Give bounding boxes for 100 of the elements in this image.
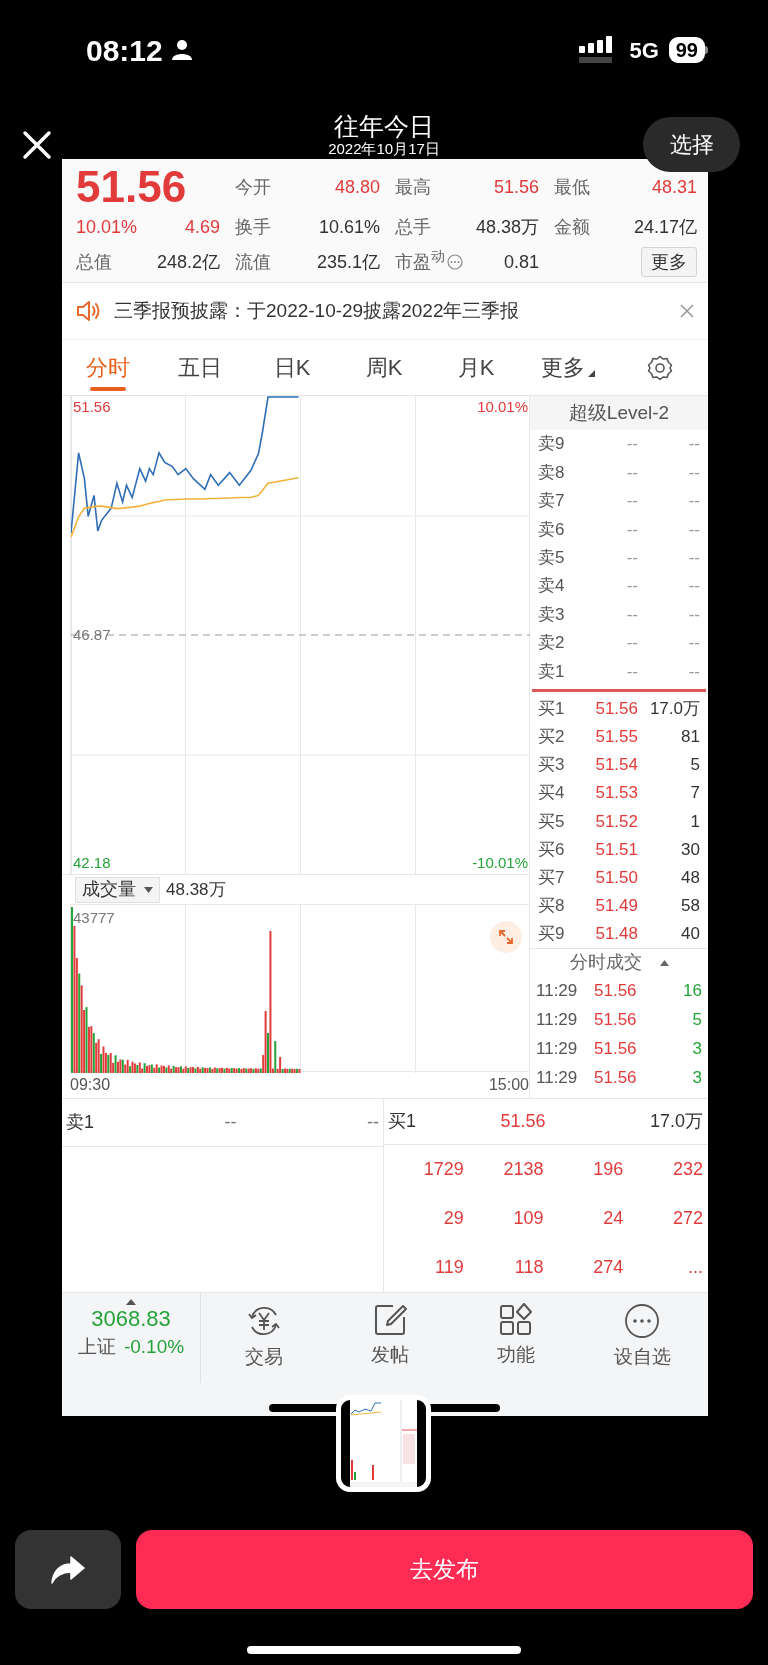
stat-value: 235.1亿 xyxy=(316,250,380,274)
nav-item[interactable]: 发帖 xyxy=(327,1293,453,1370)
tab[interactable]: 周K xyxy=(338,340,430,395)
stat-value: 0.81 xyxy=(503,250,539,274)
trade-price: 51.56 xyxy=(594,979,638,1002)
trades-title: 分时成交 xyxy=(569,951,642,975)
stat-label: 市盈$^{动}$ xyxy=(395,248,445,274)
axis-label: 46.87 xyxy=(73,626,111,643)
speaker-icon xyxy=(76,299,102,323)
bid-price: 51.50 xyxy=(594,867,639,889)
ask-volume: -- xyxy=(687,603,700,626)
bid-volume: 58 xyxy=(680,895,700,918)
tab[interactable]: 月K xyxy=(430,340,522,395)
trade-price: 51.56 xyxy=(594,1037,638,1060)
bid-label: 买2 xyxy=(538,726,566,749)
stat-label: 总手 xyxy=(395,215,431,239)
axis-label: 51.56 xyxy=(73,398,111,415)
share-button[interactable] xyxy=(15,1530,121,1609)
ask-label: 卖4 xyxy=(538,575,566,598)
ask-label: 卖2 xyxy=(538,632,566,655)
change-percent: 10.01% xyxy=(76,215,138,239)
axis-label: 10.01% xyxy=(477,398,528,415)
ask-price: -- xyxy=(625,547,639,569)
index-change: -0.10% xyxy=(123,1335,185,1359)
queue-order: 232 xyxy=(671,1158,703,1181)
bid-label: 买5 xyxy=(538,810,566,833)
ask-price: -- xyxy=(625,660,639,683)
publish-button[interactable]: 去发布 xyxy=(136,1530,753,1609)
network-label: 5G xyxy=(629,36,659,65)
ask-price: -- xyxy=(625,461,639,484)
tab[interactable]: 五日 xyxy=(154,340,246,395)
bid-price: 51.48 xyxy=(594,923,639,946)
bid-price: 51.53 xyxy=(594,782,639,805)
bid-label: 买6 xyxy=(538,838,566,861)
indicator-dropdown[interactable]: 成交量 xyxy=(75,876,160,903)
select-button[interactable]: 选择 xyxy=(643,117,740,172)
trade-price: 51.56 xyxy=(594,1008,638,1031)
queue-order: 274 xyxy=(592,1256,624,1279)
trade-time: 11:29 xyxy=(536,1066,579,1089)
time-label: 15:00 xyxy=(488,1075,529,1095)
bid-price: 51.56 xyxy=(499,1110,546,1133)
queue-order: 109 xyxy=(512,1207,544,1230)
stat-label: 金额 xyxy=(554,215,590,239)
bid-volume: 48 xyxy=(680,867,700,889)
ask-volume: -- xyxy=(687,461,700,484)
bid-label: 买1 xyxy=(538,697,566,720)
ask-volume: -- xyxy=(687,518,700,541)
stat-value: 48.31 xyxy=(651,175,697,199)
ask-price: -- xyxy=(224,1111,237,1134)
stat-value: 48.80 xyxy=(334,175,380,199)
ask-volume: -- xyxy=(687,490,700,513)
tab[interactable]: 更多 xyxy=(522,340,614,395)
axis-label: -10.01% xyxy=(472,854,528,871)
more-button[interactable]: 更多 xyxy=(641,247,697,277)
ask-price: -- xyxy=(625,518,639,541)
bid-price: 51.54 xyxy=(594,754,639,777)
bid-label: 买4 xyxy=(538,782,566,805)
stat-value: 248.2亿 xyxy=(156,250,220,274)
volume-total: 48.38万 xyxy=(166,878,226,901)
ask-volume: -- xyxy=(687,632,700,655)
ask-label: 卖5 xyxy=(538,547,566,569)
bid-price: 51.56 xyxy=(594,697,639,720)
expand-icon[interactable] xyxy=(490,921,522,953)
queue-order: 272 xyxy=(671,1207,703,1230)
stat-label: 换手 xyxy=(235,215,271,239)
ask-label: 卖3 xyxy=(538,603,566,626)
bid-label: 买1 xyxy=(388,1110,417,1133)
ask-label: 卖1 xyxy=(538,660,566,683)
share-icon xyxy=(51,1555,85,1584)
trade-volume: 5 xyxy=(692,1008,702,1031)
caret-icon xyxy=(588,370,595,377)
ask-label: 卖6 xyxy=(538,518,566,541)
ask-price: -- xyxy=(625,575,639,598)
stock-price: 51.56 xyxy=(76,165,188,209)
tab[interactable]: 日K xyxy=(246,340,338,395)
stat-value: 24.17亿 xyxy=(633,215,697,239)
bid-price: 51.55 xyxy=(594,726,639,749)
more-icon xyxy=(624,1303,660,1339)
queue-order: 118 xyxy=(513,1256,544,1279)
index-name: 上证 xyxy=(77,1335,116,1359)
more-icon[interactable] xyxy=(447,254,463,270)
nav-item[interactable]: 设自选 xyxy=(579,1293,705,1372)
trade-volume: 16 xyxy=(683,979,702,1002)
stat-label: 总值 xyxy=(76,250,112,274)
nav-item[interactable]: 交易 xyxy=(201,1293,327,1372)
trade-time: 11:29 xyxy=(536,1008,579,1031)
bid-volume: 40 xyxy=(680,923,700,946)
queue-order: 2138 xyxy=(502,1158,544,1181)
nav-item[interactable]: 功能 xyxy=(453,1293,579,1370)
ask-volume: -- xyxy=(687,547,700,569)
notice-text[interactable]: 三季报预披露：于2022-10-29披露2022年三季报 xyxy=(114,296,668,326)
queue-order: 24 xyxy=(602,1207,624,1230)
settings-icon[interactable] xyxy=(647,354,673,381)
ask-price: -- xyxy=(625,433,639,456)
ask-price: -- xyxy=(625,603,639,626)
ask-volume: -- xyxy=(687,575,700,598)
order-book-title: 超级Level-2 xyxy=(568,400,670,425)
queue-order: 1729 xyxy=(422,1158,464,1181)
axis-label: 43777 xyxy=(73,908,115,928)
bid-price: 51.52 xyxy=(594,810,639,833)
